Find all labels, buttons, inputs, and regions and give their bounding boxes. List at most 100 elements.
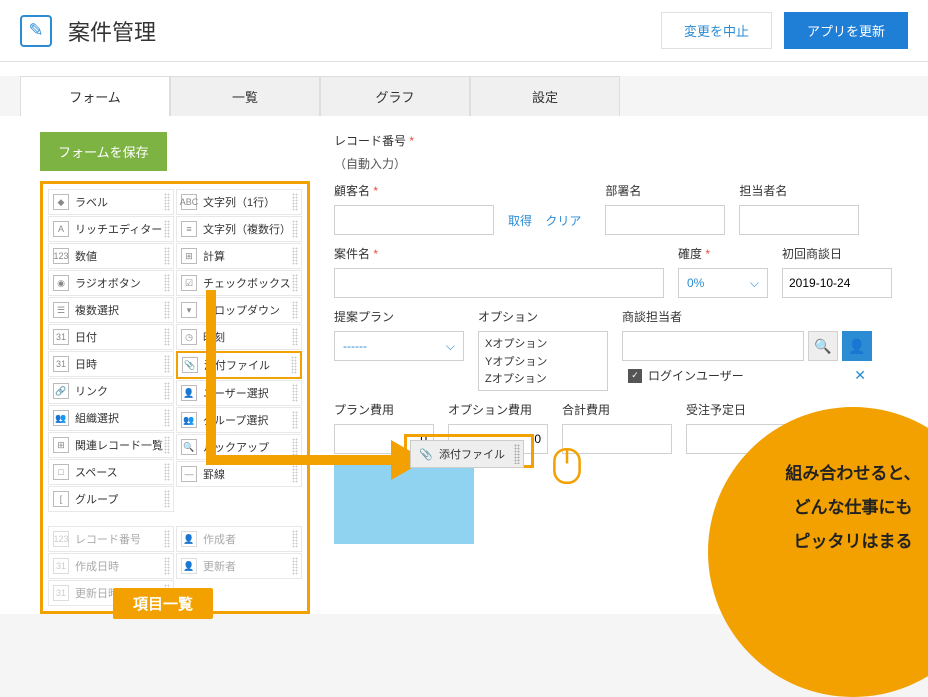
case-name-input[interactable] xyxy=(334,268,664,298)
dept-input[interactable] xyxy=(605,205,725,235)
palette-item-label: ドロップダウン xyxy=(203,302,280,318)
customer-label: 顧客名 * xyxy=(334,182,494,199)
palette-item-label: 計算 xyxy=(203,248,225,264)
user-button[interactable]: 👤 xyxy=(842,331,872,361)
palette-item-label: 複数選択 xyxy=(75,302,119,318)
prob-label: 確度 * xyxy=(678,245,768,262)
palette-item[interactable]: 👥グループ選択 xyxy=(176,407,302,433)
grip-icon xyxy=(164,557,170,575)
palette-item[interactable]: 31日時 xyxy=(48,351,174,377)
palette-item[interactable]: [グループ xyxy=(48,486,174,512)
field-type-icon: 👤 xyxy=(181,531,197,547)
option-label: オプション xyxy=(478,308,608,325)
palette-item[interactable]: ☰ 複数選択 xyxy=(48,297,174,323)
field-type-icon: 👥 xyxy=(181,412,197,428)
tab-graph[interactable]: グラフ xyxy=(320,76,470,116)
option-item[interactable]: Zオプション xyxy=(485,371,601,389)
palette-item-label: スペース xyxy=(75,464,118,480)
grip-icon xyxy=(164,328,170,346)
option-listbox[interactable]: Xオプション Yオプション Zオプション xyxy=(478,331,608,391)
palette-item[interactable]: 📎添付ファイル xyxy=(176,351,302,379)
option-item[interactable]: Xオプション xyxy=(485,336,601,354)
palette-item[interactable]: 31作成日時 xyxy=(48,553,174,579)
field-type-icon: 123 xyxy=(53,531,69,547)
negotiator-input[interactable] xyxy=(622,331,804,361)
field-type-icon: ☰ xyxy=(53,302,69,318)
option-cost-label: オプション費用 xyxy=(448,401,548,418)
dragged-field-label: 添付ファイル xyxy=(439,446,505,462)
plan-select[interactable]: ------⌵ xyxy=(334,331,464,361)
grip-icon xyxy=(164,301,170,319)
palette-item[interactable]: 🔍ルックアップ xyxy=(176,434,302,460)
grip-icon xyxy=(292,530,298,548)
palette-badge: 項目一覧 xyxy=(113,588,213,619)
clear-user-button[interactable]: ✕ xyxy=(854,367,866,384)
prob-select[interactable]: 0%⌵ xyxy=(678,268,768,298)
palette-item[interactable]: ◆ラベル xyxy=(48,189,174,215)
field-type-icon: — xyxy=(181,466,197,482)
palette-item[interactable]: □スペース xyxy=(48,459,174,485)
grip-icon xyxy=(292,274,298,292)
field-type-icon: ◉ xyxy=(53,275,69,291)
tab-form[interactable]: フォーム xyxy=(20,76,170,116)
palette-item[interactable]: —罫線 xyxy=(176,461,302,487)
palette-item[interactable]: 31日付 xyxy=(48,324,174,350)
palette-item[interactable]: ⊞計算 xyxy=(176,243,302,269)
option-item[interactable]: Yオプション xyxy=(485,354,601,372)
palette-item[interactable]: ◷時刻 xyxy=(176,324,302,350)
mouse-cursor-icon xyxy=(550,445,584,487)
palette-item[interactable]: 👥組織選択 xyxy=(48,405,174,431)
first-date-label: 初回商談日 xyxy=(782,245,892,262)
dragged-field[interactable]: 📎 添付ファイル xyxy=(410,440,524,468)
palette-item[interactable]: Aリッチエディター xyxy=(48,216,174,242)
user-icon: 👤 xyxy=(848,338,865,355)
tab-list[interactable]: 一覧 xyxy=(170,76,320,116)
palette-item[interactable]: ⊞関連レコード一覧 xyxy=(48,432,174,458)
grip-icon xyxy=(164,220,170,238)
palette-item[interactable]: 🔗リンク xyxy=(48,378,174,404)
grip-icon xyxy=(164,409,170,427)
palette-item-label: 時刻 xyxy=(203,329,225,345)
cancel-button[interactable]: 変更を中止 xyxy=(661,12,772,49)
palette-item-label: 組織選択 xyxy=(75,410,119,426)
palette-item[interactable]: ≡文字列（複数行） xyxy=(176,216,302,242)
palette-item[interactable]: 👤作成者 xyxy=(176,526,302,552)
palette-item[interactable]: ▾ ドロップダウン xyxy=(176,297,302,323)
contact-input[interactable] xyxy=(739,205,859,235)
dept-label: 部署名 xyxy=(605,182,725,199)
drop-zone[interactable] xyxy=(334,464,474,544)
palette-item[interactable]: 123数値 xyxy=(48,243,174,269)
field-type-icon: 🔗 xyxy=(53,383,69,399)
field-type-icon: ◆ xyxy=(53,194,69,210)
grip-icon xyxy=(292,328,298,346)
page-title: 案件管理 xyxy=(68,15,661,47)
palette-item[interactable]: 123レコード番号 xyxy=(48,526,174,552)
palette-item[interactable]: ABC文字列（1行） xyxy=(176,189,302,215)
field-type-icon: ▾ xyxy=(181,302,197,318)
field-type-icon: ☑ xyxy=(181,275,197,291)
palette-item-label: 更新者 xyxy=(203,558,236,574)
tab-settings[interactable]: 設定 xyxy=(470,76,620,116)
update-button[interactable]: アプリを更新 xyxy=(784,12,908,49)
clear-link[interactable]: クリア xyxy=(545,214,581,228)
search-button[interactable]: 🔍 xyxy=(808,331,838,361)
field-type-icon: 👤 xyxy=(181,385,197,401)
first-date-input[interactable] xyxy=(782,268,892,298)
field-type-icon: ABC xyxy=(181,194,197,210)
palette-item[interactable]: ◉ラジオボタン xyxy=(48,270,174,296)
field-palette: ◆ラベルAリッチエディター123数値◉ラジオボタン☰複数選択31日付31日時🔗リ… xyxy=(40,181,310,614)
palette-item[interactable]: ☑チェックボックス xyxy=(176,270,302,296)
check-icon: ✓ xyxy=(628,369,642,383)
palette-item[interactable]: 👤更新者 xyxy=(176,553,302,579)
palette-item[interactable]: 👤ユーザー選択 xyxy=(176,380,302,406)
get-link[interactable]: 取得 xyxy=(508,214,532,228)
grip-icon xyxy=(292,465,298,483)
negotiator-label: 商談担当者 xyxy=(622,308,872,325)
field-type-icon: 🔍 xyxy=(181,439,197,455)
order-date-label: 受注予定日 xyxy=(686,401,796,418)
grip-icon xyxy=(164,355,170,373)
save-form-button[interactable]: フォームを保存 xyxy=(40,132,167,171)
customer-input[interactable] xyxy=(334,205,494,235)
palette-item-label: 数値 xyxy=(75,248,97,264)
total-cost-label: 合計費用 xyxy=(562,401,672,418)
